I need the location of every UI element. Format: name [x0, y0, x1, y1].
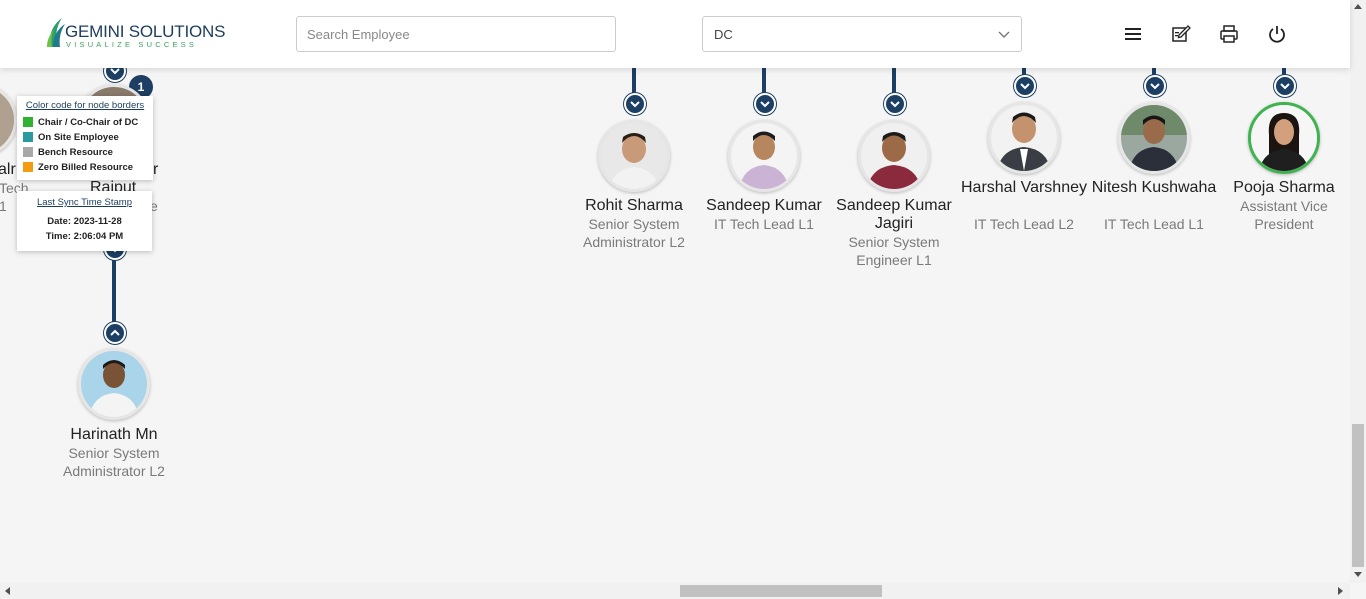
legend-item: On Site Employee	[23, 130, 147, 145]
print-icon[interactable]	[1218, 23, 1240, 45]
legend-swatch	[23, 117, 33, 127]
vertical-scroll-thumb[interactable]	[1352, 424, 1364, 567]
menu-icon[interactable]	[1122, 23, 1144, 45]
edit-icon[interactable]	[1170, 23, 1192, 45]
sync-date: Date: 2023-11-28	[47, 216, 122, 227]
employee-name[interactable]: Harshal Varshney	[959, 179, 1089, 197]
employee-title: Senior System Engineer L1	[848, 234, 940, 268]
employee-avatar[interactable]	[1118, 102, 1190, 174]
logo-name: GEMINI SOLUTIONS	[65, 22, 226, 41]
employee-avatar[interactable]	[598, 120, 670, 192]
logo-tagline: VISUALIZE SUCCESS	[66, 40, 198, 49]
legend-item-label: Bench Resource	[38, 147, 113, 158]
chevron-down-icon	[760, 101, 770, 108]
legend-item: Zero Billed Resource	[23, 160, 147, 175]
company-logo[interactable]: GEMINI SOLUTIONS VISUALIZE SUCCESS	[46, 17, 225, 51]
sync-timestamp-panel: Last Sync Time Stamp Date: 2023-11-28 Ti…	[17, 191, 152, 251]
connector-line	[632, 68, 636, 96]
employee-avatar[interactable]	[858, 120, 930, 192]
sync-title: Last Sync Time Stamp	[36, 197, 133, 208]
department-select[interactable]: DC	[702, 16, 1022, 52]
chevron-up-icon	[110, 329, 120, 336]
expand-node-button[interactable]	[1274, 75, 1296, 97]
collapse-node-button[interactable]	[104, 322, 126, 344]
chevron-down-icon	[1150, 83, 1160, 90]
connector-line	[762, 68, 766, 96]
partial-employee-name: alr	[0, 161, 16, 178]
person-photo-icon	[861, 123, 927, 189]
scroll-left-arrow-icon[interactable]	[5, 587, 10, 595]
legend-swatch	[23, 147, 33, 157]
expand-node-button[interactable]	[1144, 75, 1166, 97]
search-employee-input[interactable]	[296, 16, 616, 52]
partial-employee-name: r	[153, 161, 159, 178]
person-photo-icon	[601, 123, 667, 189]
employee-avatar[interactable]	[78, 348, 150, 420]
expand-node-button[interactable]	[624, 93, 646, 115]
legend-item-label: Chair / Co-Chair of DC	[38, 117, 139, 128]
chevron-down-icon	[1020, 83, 1030, 90]
person-photo-icon	[731, 123, 797, 189]
chevron-down-icon	[630, 101, 640, 108]
border-color-legend: Color code for node borders Chair / Co-C…	[17, 96, 153, 180]
employee-title: Assistant Vice President	[1240, 198, 1328, 232]
employee-name[interactable]: Harinath Mn	[49, 426, 179, 444]
person-photo-icon	[991, 105, 1057, 171]
legend-swatch	[23, 132, 33, 142]
employee-name[interactable]: Sandeep Kumar Jagiri	[829, 197, 959, 233]
legend-swatch	[23, 162, 33, 172]
horizontal-scroll-thumb[interactable]	[680, 585, 882, 597]
department-selected-value: DC	[714, 27, 733, 42]
legend-title: Color code for node borders	[25, 100, 145, 111]
expand-node-button[interactable]	[1014, 75, 1036, 97]
chevron-down-icon	[998, 31, 1010, 38]
horizontal-scrollbar[interactable]	[0, 583, 1350, 599]
person-photo-icon	[81, 351, 147, 417]
legend-item: Chair / Co-Chair of DC	[23, 115, 147, 130]
employee-title: IT Tech Lead L1	[1104, 216, 1204, 232]
employee-avatar[interactable]	[988, 102, 1060, 174]
connector-line	[892, 68, 896, 96]
employee-avatar[interactable]	[1248, 102, 1320, 174]
partial-employee-title: 1	[0, 198, 7, 214]
chevron-down-icon	[1280, 83, 1290, 90]
employee-name[interactable]: Pooja Sharma	[1219, 179, 1349, 197]
person-photo-icon	[1121, 105, 1187, 171]
employee-avatar[interactable]	[728, 120, 800, 192]
expand-node-button[interactable]	[754, 93, 776, 115]
person-photo-icon	[1251, 105, 1317, 171]
power-icon[interactable]	[1266, 23, 1288, 45]
scroll-down-arrow-icon[interactable]	[1354, 572, 1362, 577]
employee-name[interactable]: Sandeep Kumar	[699, 197, 829, 215]
employee-name[interactable]: Nitesh Kushwaha	[1089, 179, 1219, 197]
employee-title: Senior System Administrator L2	[583, 216, 685, 250]
sync-time: Time: 2:06:04 PM	[45, 231, 124, 242]
employee-avatar[interactable]	[0, 84, 17, 156]
top-header: GEMINI SOLUTIONS VISUALIZE SUCCESS DC	[0, 0, 1350, 68]
chevron-down-icon	[890, 101, 900, 108]
legend-item-label: Zero Billed Resource	[38, 162, 134, 173]
employee-title: IT Tech Lead L1	[714, 216, 814, 232]
legend-item-label: On Site Employee	[38, 132, 119, 143]
employee-name[interactable]: Rohit Sharma	[569, 197, 699, 215]
scroll-right-arrow-icon[interactable]	[1338, 587, 1343, 595]
legend-item: Bench Resource	[23, 145, 147, 160]
scroll-up-arrow-icon[interactable]	[1354, 4, 1362, 9]
expand-node-button[interactable]	[884, 93, 906, 115]
employee-title: IT Tech Lead L2	[974, 216, 1074, 232]
employee-title: Senior System Administrator L2	[63, 445, 165, 479]
